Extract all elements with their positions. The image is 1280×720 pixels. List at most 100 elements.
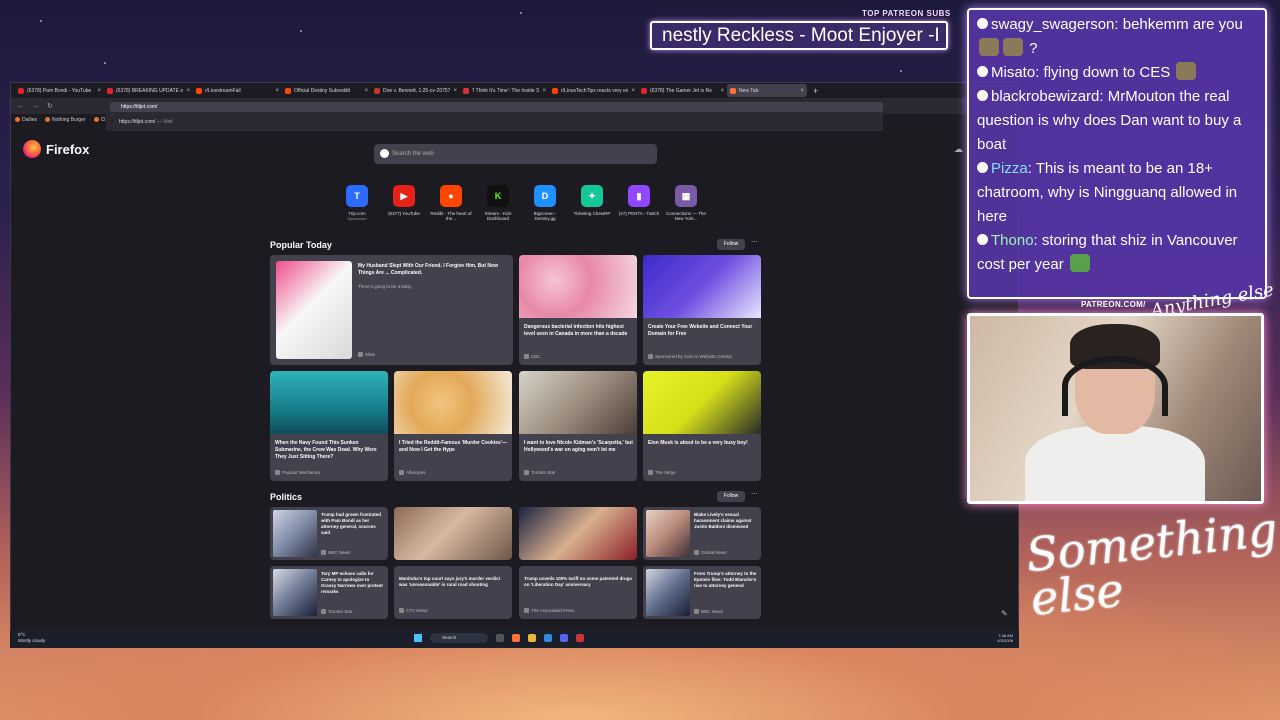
weather-cloud-icon[interactable]: ☁ xyxy=(954,144,963,155)
youtube-favicon-icon xyxy=(18,87,24,94)
popular-follow-button[interactable]: Follow xyxy=(717,239,745,250)
reload-icon[interactable]: ↻ xyxy=(47,102,53,110)
url-suggestion[interactable]: https://ttljet.com/ — Visit xyxy=(106,113,883,131)
close-tab-icon[interactable]: × xyxy=(186,88,190,94)
discord-taskbar-icon[interactable] xyxy=(560,634,568,642)
tab-5[interactable]: 'I Think It's Time': The Inside St × xyxy=(460,84,549,97)
story-card[interactable]: Elon Musk is about to be a very busy boy… xyxy=(643,371,761,481)
close-tab-icon[interactable]: × xyxy=(800,88,804,94)
story-card[interactable]: I want to love Nicole Kidman's 'Scarpett… xyxy=(519,371,637,481)
politics-follow-button[interactable]: Follow xyxy=(717,491,745,502)
story-title: I want to love Nicole Kidman's 'Scarpett… xyxy=(524,440,633,453)
tab-6[interactable]: r/LinusTechTips reacts very ex × xyxy=(549,84,638,97)
reddit-favicon-icon xyxy=(285,87,291,94)
politics-card[interactable]: Manitoba's top court says jury's murder … xyxy=(394,566,512,619)
task-view-icon[interactable] xyxy=(496,634,504,642)
app-taskbar-icon[interactable] xyxy=(544,634,552,642)
story-card[interactable]: My Husband Slept With Our Friend. I Forg… xyxy=(270,255,513,365)
shortcut-ticketing[interactable]: ✦ Ticketing ChewRP xyxy=(572,185,612,221)
politics-card[interactable] xyxy=(394,507,512,560)
tab-new-tab[interactable]: New Tab × xyxy=(727,84,807,97)
story-source: The Associated Press xyxy=(524,608,575,613)
story-source: CBC xyxy=(524,354,541,359)
shortcut-bigscreen[interactable]: D Bigscreen - Destiny.gg xyxy=(525,185,565,221)
story-card[interactable]: I Tried the Reddit-Famous 'Murder Cookie… xyxy=(394,371,512,481)
firefox-window: (6378) Pam Bondi - YouTube × (6378) BREAK… xyxy=(10,82,1019,648)
story-card[interactable]: When the Navy Found This Sunken Submarin… xyxy=(270,371,388,481)
chat-username: Thono xyxy=(991,232,1034,249)
patreon-subs-label: TOP PATREON SUBS xyxy=(862,9,951,18)
politics-card[interactable]: From Trump's attorney to the Epstein fil… xyxy=(643,566,761,619)
shortcut-connections[interactable]: ▦ Connections — The New York... xyxy=(666,185,706,221)
taskbar-clock[interactable]: 7:48 AM 4/3/2026 xyxy=(997,633,1013,643)
story-title: My Husband Slept With Our Friend. I Forg… xyxy=(358,263,498,276)
web-search-input[interactable]: Search the web xyxy=(374,144,657,164)
taskbar-search[interactable]: Search xyxy=(430,633,488,643)
chat-username: swagy_swagerson xyxy=(991,16,1115,33)
story-image xyxy=(273,510,317,557)
tab-0[interactable]: (6378) Pam Bondi - YouTube × xyxy=(15,84,104,97)
new-tab-plus-icon[interactable]: + xyxy=(813,86,818,96)
trip-icon: T xyxy=(346,185,368,207)
politics-more-icon[interactable]: ⋯ xyxy=(751,490,758,498)
close-tab-icon[interactable]: × xyxy=(631,88,635,94)
popular-more-icon[interactable]: ⋯ xyxy=(751,238,758,246)
explorer-taskbar-icon[interactable] xyxy=(528,634,536,642)
popular-today-heading: Popular Today xyxy=(270,240,332,250)
close-tab-icon[interactable]: × xyxy=(364,88,368,94)
politics-card[interactable]: Trump had grown frustrated with Pam Bond… xyxy=(270,507,388,560)
politics-card[interactable] xyxy=(519,507,637,560)
emote-icon xyxy=(979,38,999,56)
shortcut-kick[interactable]: K Stream - Kick Dashboard xyxy=(478,185,518,221)
story-source: The Verge xyxy=(648,470,676,475)
close-tab-icon[interactable]: × xyxy=(453,88,457,94)
tab-2[interactable]: r/LivestreamFail × xyxy=(193,84,282,97)
chat-username: Pizza xyxy=(991,160,1028,177)
politics-card[interactable]: Blake Lively's sexual harassment claims … xyxy=(643,507,761,560)
google-icon xyxy=(380,149,389,158)
firefox-wordmark: Firefox xyxy=(46,141,90,157)
taskbar-apps: Search xyxy=(414,633,584,643)
story-title: When the Navy Found This Sunken Submarin… xyxy=(275,440,377,460)
close-tab-icon[interactable]: × xyxy=(275,88,279,94)
close-tab-icon[interactable]: × xyxy=(720,88,724,94)
youtube-favicon-icon xyxy=(641,87,647,94)
taskbar-weather[interactable]: 8°C Mostly cloudy xyxy=(18,632,45,644)
reddit-favicon-icon xyxy=(552,87,558,94)
story-card[interactable]: Dangerous bacterial infection hits highe… xyxy=(519,255,637,365)
chat-message: Pizza: This is meant to be an 18+ chatro… xyxy=(977,157,1257,229)
bookmark-item[interactable]: Nothing Burger xyxy=(45,117,86,123)
bookmark-item[interactable]: Cl xyxy=(94,117,106,123)
edit-pencil-icon[interactable]: ✎ xyxy=(1001,609,1008,618)
shortcut-trip[interactable]: T Trip.com Sponsored xyxy=(337,185,377,221)
shortcut-reddit[interactable]: ● Reddit - The heart of the... xyxy=(430,185,472,221)
windows-start-icon[interactable] xyxy=(414,634,422,642)
url-input[interactable]: https://ttljet.com/ xyxy=(110,102,883,112)
politics-card[interactable]: Tory MP echoes calls for Carney to apolo… xyxy=(270,566,388,619)
shortcut-twitch[interactable]: ▮ (47) PENTA - Twitch xyxy=(619,185,659,221)
firefox-logo-icon xyxy=(23,140,41,158)
story-source: NBC News xyxy=(321,550,350,555)
bookmark-item[interactable]: Dailies xyxy=(15,117,37,123)
story-image xyxy=(646,569,690,616)
story-image xyxy=(519,507,637,560)
back-arrow-icon[interactable]: ← xyxy=(17,103,24,110)
story-source: Toronto Star xyxy=(321,609,353,614)
tab-7[interactable]: (6378) The Gamer Jet is Re × xyxy=(638,84,727,97)
tab-1[interactable]: (6378) BREAKING UPDATE on P...× xyxy=(104,84,193,97)
obs-taskbar-icon[interactable] xyxy=(576,634,584,642)
close-tab-icon[interactable]: × xyxy=(542,88,546,94)
chat-message: blackrobewizard: MrMouton the real quest… xyxy=(977,85,1257,157)
firefox-taskbar-icon[interactable] xyxy=(512,634,520,642)
politics-card[interactable]: Trump unveils 100% tariff on some patent… xyxy=(519,566,637,619)
tab-3[interactable]: Official Destiny Subreddit × xyxy=(282,84,371,97)
tab-strip: (6378) Pam Bondi - YouTube × (6378) BREAK… xyxy=(11,83,1018,98)
chat-username: Misato xyxy=(991,64,1036,81)
forward-arrow-icon[interactable]: → xyxy=(32,103,39,110)
close-tab-icon[interactable]: × xyxy=(97,88,101,94)
shortcut-youtube[interactable]: ▶ (6377) YouTube xyxy=(384,185,424,221)
tab-4[interactable]: Doe v. Bennett, 1:25-cv-20757 - × xyxy=(371,84,460,97)
youtube-favicon-icon xyxy=(107,87,113,94)
connections-icon: ▦ xyxy=(675,185,697,207)
story-card[interactable]: Create Your Free Website and Connect You… xyxy=(643,255,761,365)
